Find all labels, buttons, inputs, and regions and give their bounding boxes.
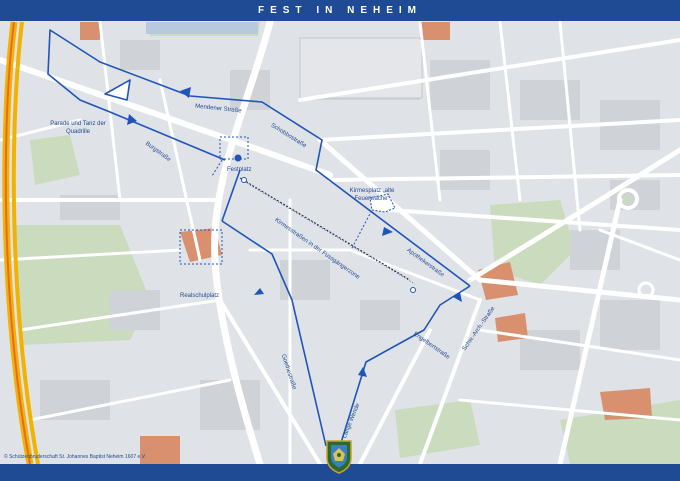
label-parade: Parade und Tanz der Quadrille	[50, 121, 106, 136]
festplatz-marker	[234, 154, 242, 162]
label-festplatz: Festplatz	[227, 167, 252, 173]
label-realschulplatz: Realschulplatz	[180, 293, 220, 299]
title-bar: FEST IN NEHEIM	[0, 0, 680, 21]
copyright-text: © Schützenbruderschaft St. Johannes Bapt…	[4, 454, 146, 460]
map-canvas[interactable]: Parade und Tanz der Quadrille Mendener S…	[0, 21, 680, 464]
map-svg	[0, 21, 680, 464]
shield-crest-icon	[326, 440, 352, 474]
label-kirmesplatz: Kirmesplatz „alte Feuerwache“	[349, 188, 395, 203]
map-title: FEST IN NEHEIM	[257, 5, 422, 16]
